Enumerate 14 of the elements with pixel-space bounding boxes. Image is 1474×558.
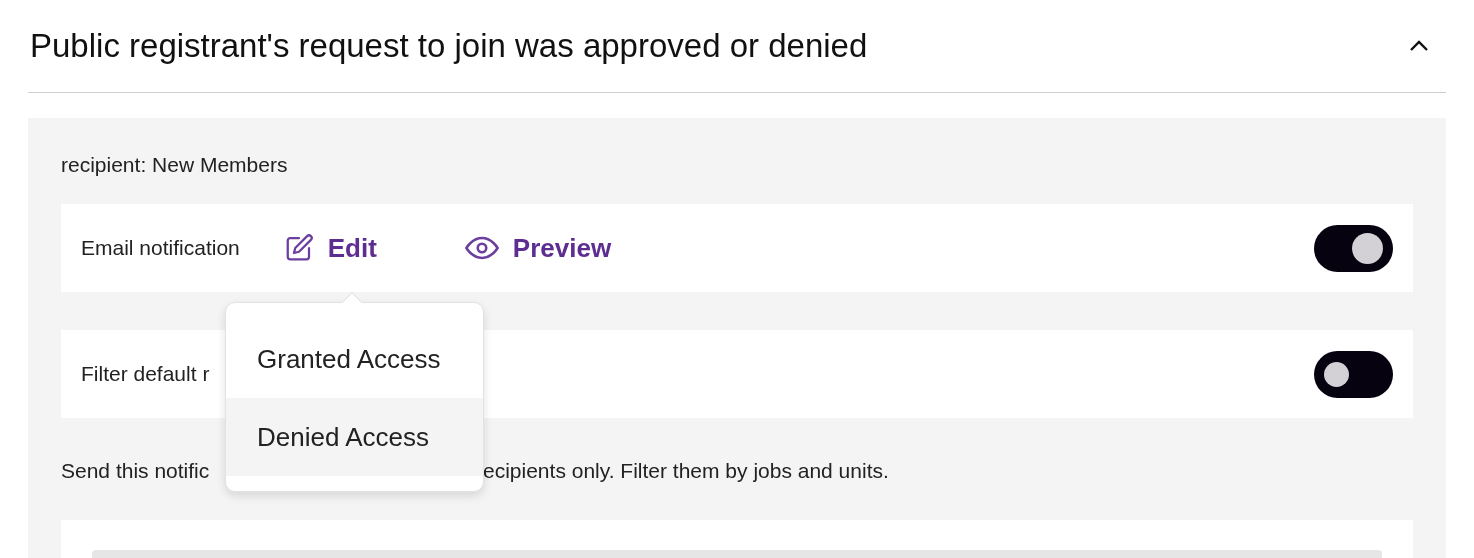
chevron-icon[interactable] bbox=[1408, 39, 1430, 53]
edit-button[interactable]: Edit bbox=[283, 228, 377, 268]
row-label: Filter default r bbox=[81, 361, 210, 388]
toggle-switch[interactable] bbox=[1314, 350, 1393, 398]
menu-item[interactable]: Granted Access bbox=[226, 320, 483, 398]
note-text: ecipients only. Filter them by jobs and units. bbox=[483, 458, 889, 484]
recipient-label: recipient: New Members bbox=[61, 152, 289, 178]
menu-item[interactable]: Denied Access bbox=[226, 398, 483, 476]
preview-button[interactable]: Preview bbox=[464, 228, 612, 268]
note-text: Send this notific bbox=[61, 459, 210, 482]
section-title: Public registrant's request to join was approved or denied bbox=[29, 26, 868, 67]
row-label: Email notification bbox=[81, 235, 240, 262]
eye-icon bbox=[464, 235, 499, 261]
toggle-switch[interactable] bbox=[1314, 224, 1393, 272]
